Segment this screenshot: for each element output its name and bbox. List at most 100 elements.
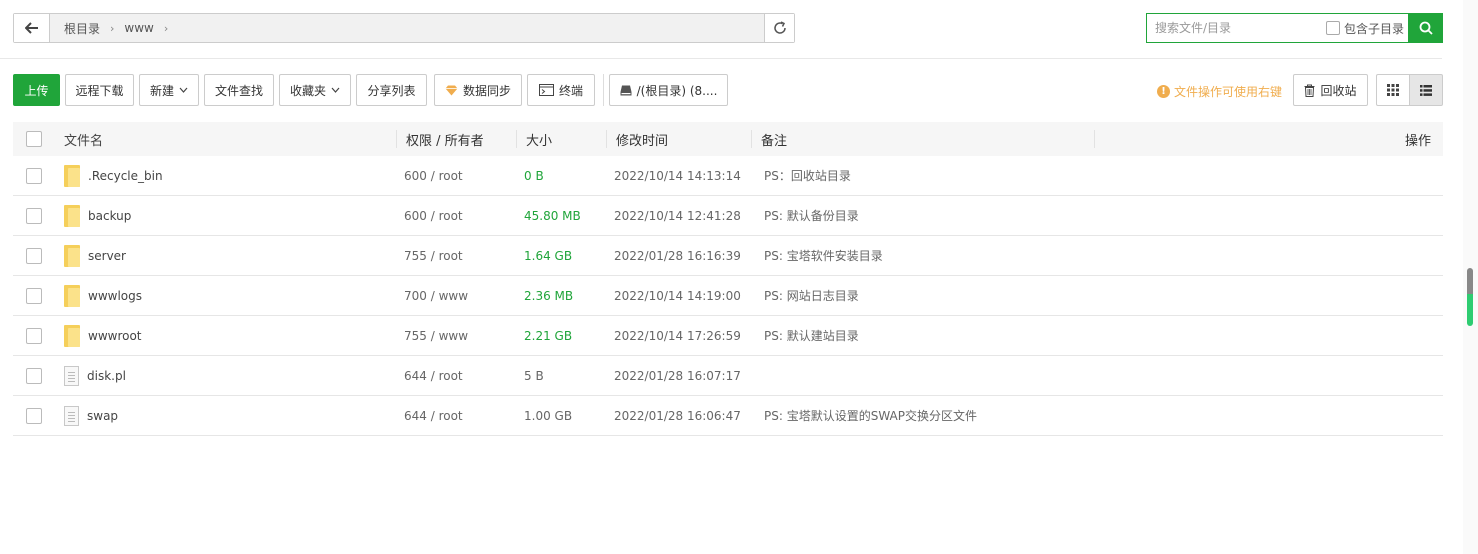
table-body: .Recycle_bin 600 / root 0 B 2022/10/14 14:1…	[13, 156, 1443, 436]
table-row[interactable]: swap 644 / root 1.00 GB 2022/01/28 16:06:47…	[13, 396, 1443, 436]
divider	[603, 74, 604, 106]
file-name[interactable]: backup	[88, 209, 131, 223]
file-name[interactable]: swap	[87, 409, 118, 423]
size-cell[interactable]: 45.80 MB	[524, 209, 581, 223]
grid-view-button[interactable]	[1376, 74, 1410, 106]
file-name-cell[interactable]: server	[64, 244, 126, 267]
search-button[interactable]	[1408, 13, 1443, 43]
list-view-button[interactable]	[1409, 74, 1443, 106]
breadcrumb-www[interactable]: www	[118, 21, 159, 35]
include-subdir-checkbox[interactable]	[1325, 21, 1340, 35]
breadcrumb-root[interactable]: 根目录	[58, 20, 106, 37]
table-row[interactable]: backup 600 / root 45.80 MB 2022/10/14 12:41…	[13, 196, 1443, 236]
trash-icon	[1304, 84, 1315, 97]
column-divider	[396, 130, 397, 148]
remote-download-button[interactable]: 远程下载	[65, 74, 134, 106]
table-header: 文件名 权限 / 所有者 大小 修改时间 备注 操作	[13, 122, 1443, 156]
file-name[interactable]: wwwlogs	[88, 289, 142, 303]
perm-cell[interactable]: 700 / www	[404, 289, 468, 303]
row-checkbox[interactable]	[26, 247, 42, 264]
time-cell: 2022/01/28 16:16:39	[614, 248, 741, 263]
row-checkbox[interactable]	[26, 207, 42, 224]
refresh-button[interactable]	[764, 14, 794, 42]
data-sync-button[interactable]: 数据同步	[434, 74, 522, 106]
file-name-cell[interactable]: .Recycle_bin	[64, 164, 163, 187]
note-cell[interactable]: PS: 宝塔软件安装目录	[764, 247, 883, 264]
table-row[interactable]: wwwroot 755 / www 2.21 GB 2022/10/14 17:26:…	[13, 316, 1443, 356]
info-icon: !	[1157, 85, 1170, 98]
note-cell[interactable]: PS：回收站目录	[764, 167, 851, 184]
row-checkbox[interactable]	[26, 327, 42, 344]
table-row[interactable]: .Recycle_bin 600 / root 0 B 2022/10/14 14:1…	[13, 156, 1443, 196]
size-cell[interactable]: 0 B	[524, 169, 544, 183]
new-button[interactable]: 新建	[139, 74, 199, 106]
size-cell[interactable]: 1.64 GB	[524, 249, 572, 263]
file-name-cell[interactable]: wwwroot	[64, 324, 142, 347]
time-cell: 2022/10/14 12:41:28	[614, 208, 741, 223]
note-cell[interactable]: PS: 网站日志目录	[764, 287, 859, 304]
share-list-button[interactable]: 分享列表	[356, 74, 427, 106]
search-input[interactable]	[1147, 14, 1326, 42]
column-divider	[606, 130, 607, 148]
include-subdir-option[interactable]: 包含子目录	[1325, 20, 1404, 37]
note-cell[interactable]: PS: 默认备份目录	[764, 207, 859, 224]
file-name-cell[interactable]: backup	[64, 204, 131, 227]
folder-icon	[64, 164, 80, 187]
note-cell[interactable]: PS: 默认建站目录	[764, 327, 859, 344]
perm-cell[interactable]: 644 / root	[404, 369, 463, 383]
file-search-button[interactable]: 文件查找	[204, 74, 274, 106]
folder-icon	[64, 324, 80, 347]
select-all-checkbox[interactable]	[26, 131, 42, 147]
breadcrumb: 根目录 › www ›	[50, 14, 764, 42]
size-cell: 5 B	[524, 368, 544, 383]
search-icon	[1419, 21, 1433, 35]
header-perm[interactable]: 权限 / 所有者	[406, 130, 484, 149]
note-cell[interactable]: PS: 宝塔默认设置的SWAP交换分区文件	[764, 407, 977, 424]
table-row[interactable]: disk.pl 644 / root 5 B 2022/01/28 16:07:17	[13, 356, 1443, 396]
row-checkbox[interactable]	[26, 287, 42, 304]
size-cell[interactable]: 2.21 GB	[524, 329, 572, 343]
diamond-icon	[445, 85, 458, 95]
favorites-button[interactable]: 收藏夹	[279, 74, 351, 106]
file-name-cell[interactable]: disk.pl	[64, 365, 126, 386]
perm-cell[interactable]: 600 / root	[404, 209, 463, 223]
column-divider	[516, 130, 517, 148]
file-name-cell[interactable]: swap	[64, 405, 118, 426]
file-table: 文件名 权限 / 所有者 大小 修改时间 备注 操作 .Recycle_bin 6…	[13, 122, 1443, 436]
chevron-right-icon[interactable]: ›	[160, 22, 172, 35]
perm-cell[interactable]: 755 / www	[404, 329, 468, 343]
scrollbar-thumb[interactable]	[1467, 268, 1473, 326]
recycle-bin-button[interactable]: 回收站	[1293, 74, 1368, 106]
time-cell: 2022/10/14 17:26:59	[614, 328, 741, 343]
back-button[interactable]	[14, 14, 50, 42]
perm-cell[interactable]: 755 / root	[404, 249, 463, 263]
table-row[interactable]: server 755 / root 1.64 GB 2022/01/28 16:16:…	[13, 236, 1443, 276]
chevron-right-icon: ›	[110, 21, 115, 35]
header-size[interactable]: 大小	[526, 130, 552, 149]
header-name[interactable]: 文件名	[64, 130, 103, 149]
time-cell: 2022/01/28 16:06:47	[614, 408, 741, 423]
row-checkbox[interactable]	[26, 407, 42, 424]
file-name-cell[interactable]: wwwlogs	[64, 284, 142, 307]
file-name[interactable]: server	[88, 249, 126, 263]
table-row[interactable]: wwwlogs 700 / www 2.36 MB 2022/10/14 14:19:…	[13, 276, 1443, 316]
terminal-button[interactable]: 终端	[527, 74, 595, 106]
divider	[0, 58, 1442, 59]
row-checkbox[interactable]	[26, 167, 42, 184]
upload-button[interactable]: 上传	[13, 74, 60, 106]
disk-label: /(根目录) (8....	[636, 83, 718, 98]
header-time[interactable]: 修改时间	[616, 130, 668, 149]
perm-cell[interactable]: 600 / root	[404, 169, 463, 183]
row-checkbox[interactable]	[26, 367, 42, 384]
file-name[interactable]: .Recycle_bin	[88, 169, 163, 183]
include-subdir-label: 包含子目录	[1343, 21, 1404, 36]
perm-cell[interactable]: 644 / root	[404, 409, 463, 423]
size-cell[interactable]: 2.36 MB	[524, 289, 573, 303]
file-name[interactable]: disk.pl	[87, 369, 126, 383]
file-name[interactable]: wwwroot	[88, 329, 142, 343]
chevron-down-icon	[331, 87, 340, 93]
new-button-label: 新建	[149, 83, 174, 98]
header-note: 备注	[761, 133, 788, 149]
disk-button[interactable]: /(根目录) (8....	[609, 74, 728, 106]
right-click-tip: ! 文件操作可使用右键	[1157, 83, 1282, 100]
